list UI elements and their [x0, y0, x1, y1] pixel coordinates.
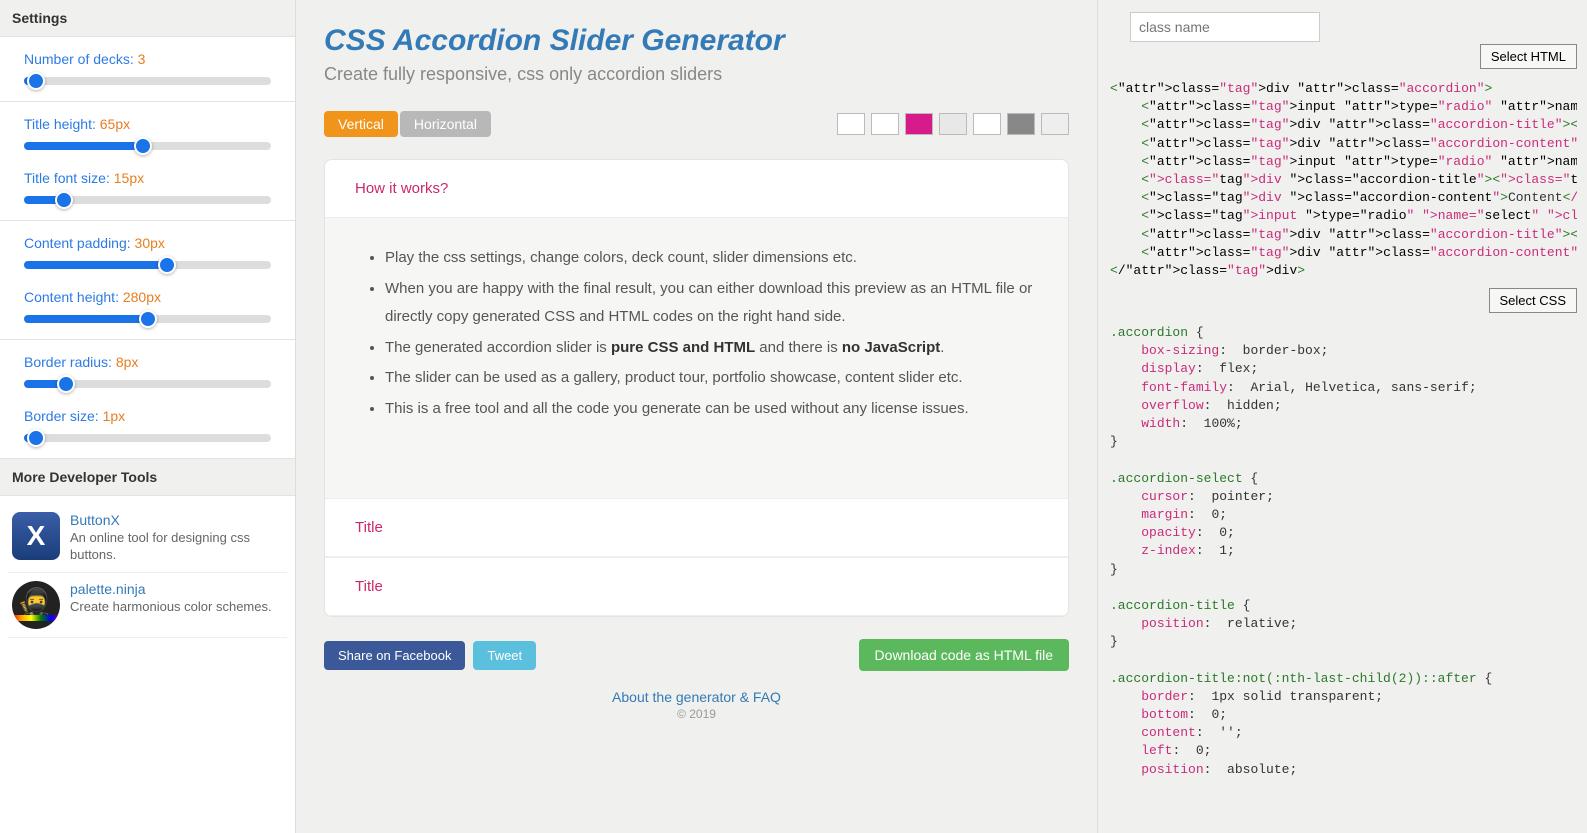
- color-swatch-1[interactable]: [837, 113, 865, 135]
- accordion-preview: How it works? Play the css settings, cha…: [324, 159, 1069, 617]
- tool-info: palette.ninja Create harmonious color sc…: [70, 581, 272, 629]
- share-row: Share on Facebook Tweet Download code as…: [324, 639, 1069, 671]
- top-controls-row: Vertical Horizontal: [324, 111, 1069, 137]
- bullet-item: The slider can be used as a gallery, pro…: [385, 364, 1038, 393]
- tool-item[interactable]: 🥷 palette.ninja Create harmonious color …: [8, 573, 287, 638]
- color-swatch-4[interactable]: [939, 113, 967, 135]
- slider-thumb[interactable]: [27, 429, 45, 447]
- tab-vertical[interactable]: Vertical: [324, 111, 398, 137]
- setting-label: Content height: 280px: [24, 289, 271, 305]
- main-panel: CSS Accordion Slider Generator Create fu…: [296, 0, 1097, 833]
- setting-label: Title font size: 15px: [24, 170, 271, 186]
- slider[interactable]: [24, 380, 271, 388]
- orientation-tabs: Vertical Horizontal: [324, 111, 491, 137]
- setting-group: Border size: 1px: [0, 394, 295, 459]
- setting-group: Border radius: 8px: [0, 340, 295, 394]
- bullet-item: This is a free tool and all the code you…: [385, 395, 1038, 424]
- class-name-input[interactable]: [1130, 12, 1320, 42]
- download-button[interactable]: Download code as HTML file: [859, 639, 1069, 671]
- html-code-block: Select HTML <"attr">class="tag">div "att…: [1106, 50, 1577, 288]
- slider[interactable]: [24, 261, 271, 269]
- page-subtitle: Create fully responsive, css only accord…: [324, 64, 1069, 85]
- css-code-block: Select CSS .accordion { box-sizing: bord…: [1106, 294, 1577, 787]
- accordion-title-3[interactable]: Title: [325, 557, 1068, 616]
- setting-group: Title height: 65px: [0, 102, 295, 156]
- slider[interactable]: [24, 77, 271, 85]
- select-css-button[interactable]: Select CSS: [1489, 288, 1577, 313]
- select-html-button[interactable]: Select HTML: [1480, 44, 1577, 69]
- settings-panel: Settings Number of decks: 3 Title height…: [0, 0, 296, 833]
- color-swatch-6[interactable]: [1007, 113, 1035, 135]
- slider-thumb[interactable]: [55, 191, 73, 209]
- tool-title: palette.ninja: [70, 581, 272, 597]
- slider-thumb[interactable]: [27, 72, 45, 90]
- slider[interactable]: [24, 142, 271, 150]
- about-link[interactable]: About the generator & FAQ: [612, 689, 781, 705]
- setting-label: Border radius: 8px: [24, 354, 271, 370]
- setting-label: Border size: 1px: [24, 408, 271, 424]
- color-swatch-7[interactable]: [1041, 113, 1069, 135]
- tool-icon: 🥷: [12, 581, 60, 629]
- slider[interactable]: [24, 315, 271, 323]
- tool-info: ButtonX An online tool for designing css…: [70, 512, 283, 564]
- tweet-button[interactable]: Tweet: [473, 641, 536, 670]
- setting-label: Number of decks: 3: [24, 51, 271, 67]
- css-code-area[interactable]: .accordion { box-sizing: border-box; dis…: [1106, 294, 1577, 787]
- setting-group: Title font size: 15px: [0, 156, 295, 221]
- page-title: CSS Accordion Slider Generator: [324, 24, 1069, 58]
- color-swatch-5[interactable]: [973, 113, 1001, 135]
- slider-thumb[interactable]: [134, 137, 152, 155]
- slider-thumb[interactable]: [139, 310, 157, 328]
- slider[interactable]: [24, 434, 271, 442]
- setting-group: Number of decks: 3: [0, 37, 295, 102]
- tool-title: ButtonX: [70, 512, 283, 528]
- setting-group: Content padding: 30px: [0, 221, 295, 275]
- slider-thumb[interactable]: [57, 375, 75, 393]
- code-panel: Select HTML <"attr">class="tag">div "att…: [1097, 0, 1587, 833]
- html-code-area[interactable]: <"attr">class="tag">div "attr">class="ac…: [1106, 50, 1577, 288]
- bullet-item: Play the css settings, change colors, de…: [385, 244, 1038, 273]
- accordion-title-2[interactable]: Title: [325, 498, 1068, 557]
- tool-description: An online tool for designing css buttons…: [70, 530, 283, 564]
- color-swatch-3[interactable]: [905, 113, 933, 135]
- setting-label: Title height: 65px: [24, 116, 271, 132]
- share-facebook-button[interactable]: Share on Facebook: [324, 641, 465, 670]
- footer: About the generator & FAQ © 2019: [324, 689, 1069, 721]
- color-swatches: [837, 113, 1069, 135]
- setting-label: Content padding: 30px: [24, 235, 271, 251]
- setting-group: Content height: 280px: [0, 275, 295, 340]
- accordion-content-1: Play the css settings, change colors, de…: [325, 218, 1068, 498]
- bullet-item: When you are happy with the final result…: [385, 275, 1038, 332]
- share-buttons: Share on Facebook Tweet: [324, 641, 536, 670]
- tool-icon: X: [12, 512, 60, 560]
- bullet-item: The generated accordion slider is pure C…: [385, 334, 1038, 363]
- accordion-title-1[interactable]: How it works?: [325, 160, 1068, 218]
- color-swatch-2[interactable]: [871, 113, 899, 135]
- tools-header: More Developer Tools: [0, 459, 295, 496]
- slider[interactable]: [24, 196, 271, 204]
- tool-item[interactable]: X ButtonX An online tool for designing c…: [8, 504, 287, 573]
- tool-description: Create harmonious color schemes.: [70, 599, 272, 616]
- slider-thumb[interactable]: [158, 256, 176, 274]
- tab-horizontal[interactable]: Horizontal: [400, 111, 491, 137]
- copyright: © 2019: [324, 707, 1069, 721]
- settings-header: Settings: [0, 0, 295, 37]
